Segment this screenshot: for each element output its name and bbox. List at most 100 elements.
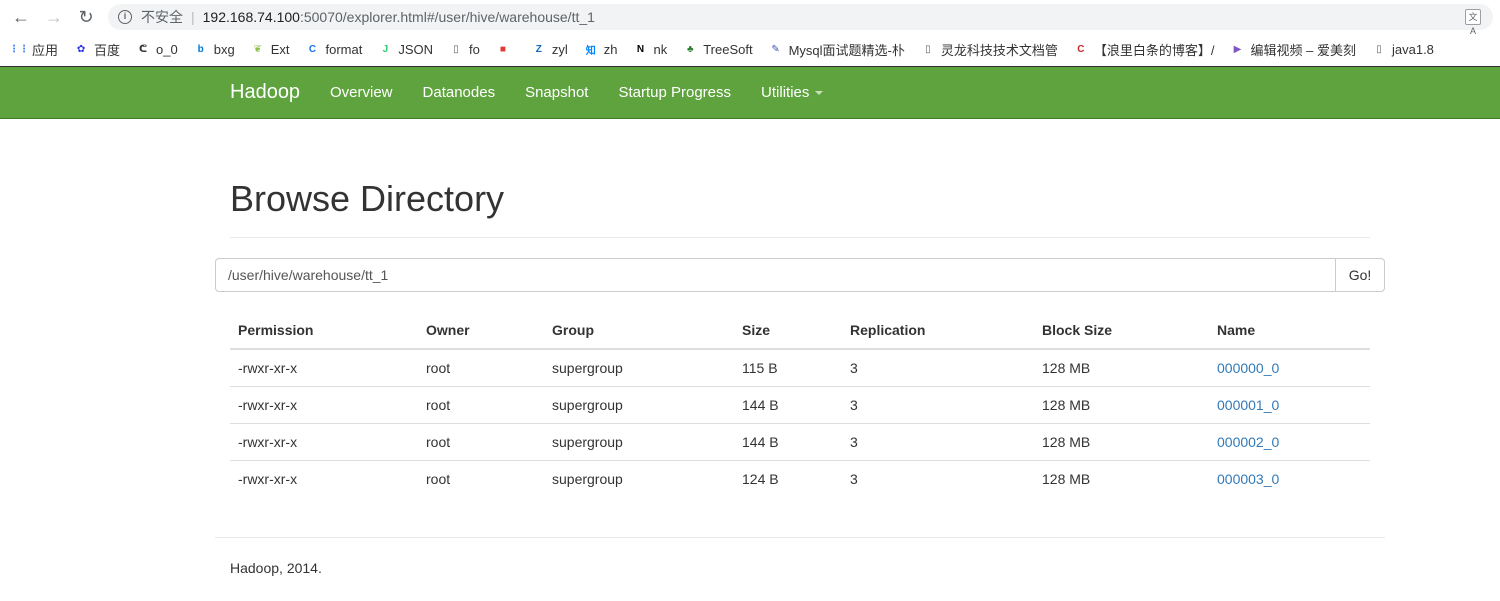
cell-name-link[interactable]: 000002_0 bbox=[1209, 434, 1370, 450]
header-size[interactable]: Size bbox=[734, 322, 842, 338]
bookmark-label: 编辑视频 – 爱美刻 bbox=[1250, 42, 1356, 58]
reload-icon[interactable]: ↻ bbox=[75, 6, 97, 28]
page-icon: ▯ bbox=[453, 43, 459, 55]
go-button[interactable]: Go! bbox=[1335, 258, 1385, 292]
bookmark-item[interactable]: ♣ TreeSoft bbox=[683, 42, 753, 57]
table-body: -rwxr-xr-x root supergroup 115 B 3 128 MB 0000… bbox=[230, 349, 1370, 497]
nav-utilities-dropdown[interactable]: Utilities bbox=[761, 84, 824, 101]
cell-group: supergroup bbox=[552, 397, 623, 413]
cell-name-link[interactable]: 000003_0 bbox=[1209, 471, 1370, 487]
address-bar[interactable]: i 不安全 | 192.168.74.100:50070/explorer.ht… bbox=[108, 4, 1493, 36]
cell-name-link[interactable]: 000001_0 bbox=[1209, 397, 1370, 413]
cell-group: supergroup bbox=[552, 360, 623, 376]
apps-grid-icon: ⋮⋮ bbox=[9, 43, 29, 55]
directory-path-input[interactable]: /user/hive/warehouse/tt_1 bbox=[215, 258, 1336, 292]
header-group[interactable]: Group bbox=[544, 322, 734, 338]
bookmark-label: nk bbox=[653, 41, 668, 57]
bookmark-item[interactable]: ■ bbox=[496, 42, 516, 56]
bookmark-item[interactable]: Nnk bbox=[633, 42, 667, 57]
bookmark-item[interactable]: 知 zh bbox=[584, 42, 618, 57]
bookmark-item[interactable]: ✿ 百度 bbox=[74, 40, 120, 59]
header-permission[interactable]: Permission bbox=[230, 322, 418, 338]
bookmark-label: zyl bbox=[551, 41, 568, 57]
bookmark-item[interactable]: b bxg bbox=[194, 42, 235, 57]
bookmark-label: Ext bbox=[270, 41, 290, 57]
header-name[interactable]: Name bbox=[1209, 322, 1370, 338]
back-arrow-icon[interactable]: ← bbox=[10, 6, 32, 28]
bookmark-label: zh bbox=[603, 41, 618, 57]
nk-icon: N bbox=[636, 43, 645, 55]
bookmark-label: 【浪里白条的博客】/ bbox=[1093, 42, 1215, 58]
insecure-label: 不安全 bbox=[141, 9, 183, 25]
bookmarks-bar: ⋮⋮ 应用 ✿ 百度 ᕦ o_0 b bxg ❦ Ext Cformat J JSON ▯ fo ■ Zzyl 知… bbox=[0, 34, 1500, 64]
cell-permission: -rwxr-xr-x bbox=[238, 397, 298, 413]
directory-table: Permission Owner Group Size Replication … bbox=[230, 312, 1370, 497]
bookmark-item[interactable]: J JSON bbox=[378, 42, 433, 57]
bookmark-item[interactable]: ✎ Mysql面试题精选-朴 bbox=[769, 40, 905, 59]
red-badge-icon: ■ bbox=[499, 43, 506, 55]
cell-group: supergroup bbox=[552, 434, 623, 450]
bookmark-label: Mysql面试题精选-朴 bbox=[788, 42, 905, 58]
bookmark-label: 百度 bbox=[94, 42, 121, 58]
cell-replication: 3 bbox=[850, 471, 858, 487]
browser-toolbar: ← → ↻ i 不安全 | 192.168.74.100:50070/explo… bbox=[0, 0, 1500, 36]
bookmark-label: fo bbox=[469, 41, 480, 57]
play-icon: ▶ bbox=[1233, 43, 1242, 55]
cell-replication: 3 bbox=[850, 397, 858, 413]
title-divider bbox=[230, 237, 1370, 238]
header-owner[interactable]: Owner bbox=[418, 322, 544, 338]
navbar-brand[interactable]: Hadoop bbox=[230, 81, 300, 104]
bookmark-item[interactable]: Zzyl bbox=[532, 42, 568, 57]
table-row: -rwxr-xr-x root supergroup 115 B 3 128 MB 0000… bbox=[230, 349, 1370, 386]
caret-down-icon bbox=[815, 91, 824, 96]
bookmark-item[interactable]: ❦ Ext bbox=[251, 42, 290, 57]
bookmark-item[interactable]: ▶ 编辑视频 – 爱美刻 bbox=[1231, 40, 1356, 59]
bookmark-item[interactable]: C 【浪里白条的博客】/ bbox=[1074, 40, 1215, 59]
forward-arrow-icon[interactable]: → bbox=[43, 6, 65, 28]
header-block-size[interactable]: Block Size bbox=[1034, 322, 1209, 338]
table-header-row: Permission Owner Group Size Replication … bbox=[230, 312, 1370, 349]
bookmark-item[interactable]: Cformat bbox=[306, 42, 362, 57]
cell-permission: -rwxr-xr-x bbox=[238, 471, 298, 487]
bookmark-item[interactable]: ▯ 灵龙科技技术文档管 bbox=[921, 40, 1058, 59]
z-icon: Z bbox=[535, 43, 542, 55]
url-host: 192.168.74.100 bbox=[202, 9, 300, 25]
cell-owner: root bbox=[426, 471, 451, 487]
bing-icon: b bbox=[197, 43, 204, 55]
page-icon: ▯ bbox=[925, 43, 931, 55]
nav-startup-progress[interactable]: Startup Progress bbox=[618, 84, 731, 101]
cell-block-size: 128 MB bbox=[1042, 471, 1091, 487]
baidu-paw-icon: ✿ bbox=[76, 43, 86, 55]
nav-datanodes[interactable]: Datanodes bbox=[423, 84, 496, 101]
page-title: Browse Directory bbox=[230, 178, 505, 219]
navbar-links: Overview Datanodes Snapshot Startup Prog… bbox=[330, 84, 853, 101]
tree-icon: ♣ bbox=[686, 43, 694, 55]
cell-replication: 3 bbox=[850, 434, 858, 450]
cell-block-size: 128 MB bbox=[1042, 434, 1091, 450]
footer-text: Hadoop, 2014. bbox=[230, 560, 322, 576]
info-icon[interactable]: i bbox=[118, 10, 132, 24]
zhihu-icon: 知 bbox=[585, 45, 596, 57]
hadoop-navbar: Hadoop Overview Datanodes Snapshot Start… bbox=[0, 66, 1500, 119]
cell-size: 144 B bbox=[742, 397, 779, 413]
bookmark-item[interactable]: ⋮⋮ 应用 bbox=[9, 40, 59, 59]
json-icon: J bbox=[382, 43, 389, 55]
bookmark-item[interactable]: ᕦ o_0 bbox=[136, 42, 178, 57]
cell-name-link[interactable]: 000000_0 bbox=[1209, 360, 1370, 376]
ext-leaf-icon: ❦ bbox=[253, 43, 262, 55]
cell-size: 124 B bbox=[742, 471, 779, 487]
header-replication[interactable]: Replication bbox=[842, 322, 1034, 338]
format-icon: C bbox=[308, 43, 317, 55]
bookmark-label: 应用 bbox=[32, 42, 59, 58]
bookmark-item[interactable]: ▯ java1.8 bbox=[1372, 42, 1434, 57]
bookmark-label: bxg bbox=[213, 41, 235, 57]
table-row: -rwxr-xr-x root supergroup 144 B 3 128 MB 0000… bbox=[230, 386, 1370, 423]
bookmark-item[interactable]: ▯ fo bbox=[449, 42, 480, 57]
translate-icon[interactable]: 文A bbox=[1465, 9, 1481, 36]
o0-icon: ᕦ bbox=[138, 43, 148, 55]
cell-block-size: 128 MB bbox=[1042, 360, 1091, 376]
bookmark-label: 灵龙科技技术文档管 bbox=[940, 42, 1058, 58]
nav-snapshot[interactable]: Snapshot bbox=[525, 84, 588, 101]
cell-group: supergroup bbox=[552, 471, 623, 487]
nav-overview[interactable]: Overview bbox=[330, 84, 393, 101]
